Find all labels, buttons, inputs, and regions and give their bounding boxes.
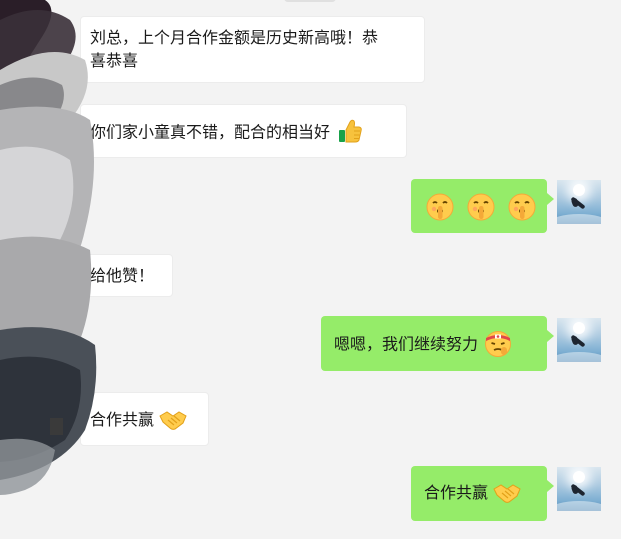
avatar-sun [573, 184, 585, 196]
message-text: 刘总，上个月合作金额是历史新高哦！恭 [90, 28, 379, 47]
shushing-face-icon [466, 192, 496, 222]
determined-face-headband-icon [483, 328, 513, 358]
outgoing-message-bubble[interactable] [411, 179, 554, 233]
message-text: 喜恭喜 [90, 51, 139, 70]
avatar-cloud [557, 501, 601, 511]
shushing-face-icon [507, 192, 537, 222]
shushing-face-icon [425, 192, 455, 222]
outgoing-message-bubble[interactable]: 嗯嗯，我们继续努力 [321, 316, 554, 371]
avatar-sun [573, 322, 585, 334]
message-text: 你们家小童真不错，配合的相当好 [90, 122, 331, 142]
avatar-sun [573, 471, 585, 483]
outgoing-message-bubble[interactable]: 合作共赢 [411, 466, 554, 521]
message-text: 合作共赢 [424, 483, 489, 502]
incoming-message-bubble[interactable]: 你们家小童真不错，配合的相当好 [80, 104, 407, 158]
user-avatar[interactable] [557, 180, 601, 224]
handshake-icon [159, 407, 187, 431]
message-text: 嗯嗯，我们继续努力 [334, 334, 479, 354]
handshake-icon [493, 480, 521, 504]
avatar-cloud [557, 352, 601, 362]
thumbs-up-icon [337, 118, 363, 144]
user-avatar[interactable] [557, 318, 601, 362]
timestamp-pill [284, 0, 336, 2]
avatar-cloud [557, 214, 601, 224]
redaction-brush-overlay [0, 0, 97, 495]
user-avatar[interactable] [557, 467, 601, 511]
incoming-message-bubble[interactable]: 刘总，上个月合作金额是历史新高哦！恭 喜恭喜 [80, 16, 425, 83]
chat-window: 刘总，上个月合作金额是历史新高哦！恭 喜恭喜 你们家小童真不错，配合的相当好 给… [0, 0, 621, 539]
